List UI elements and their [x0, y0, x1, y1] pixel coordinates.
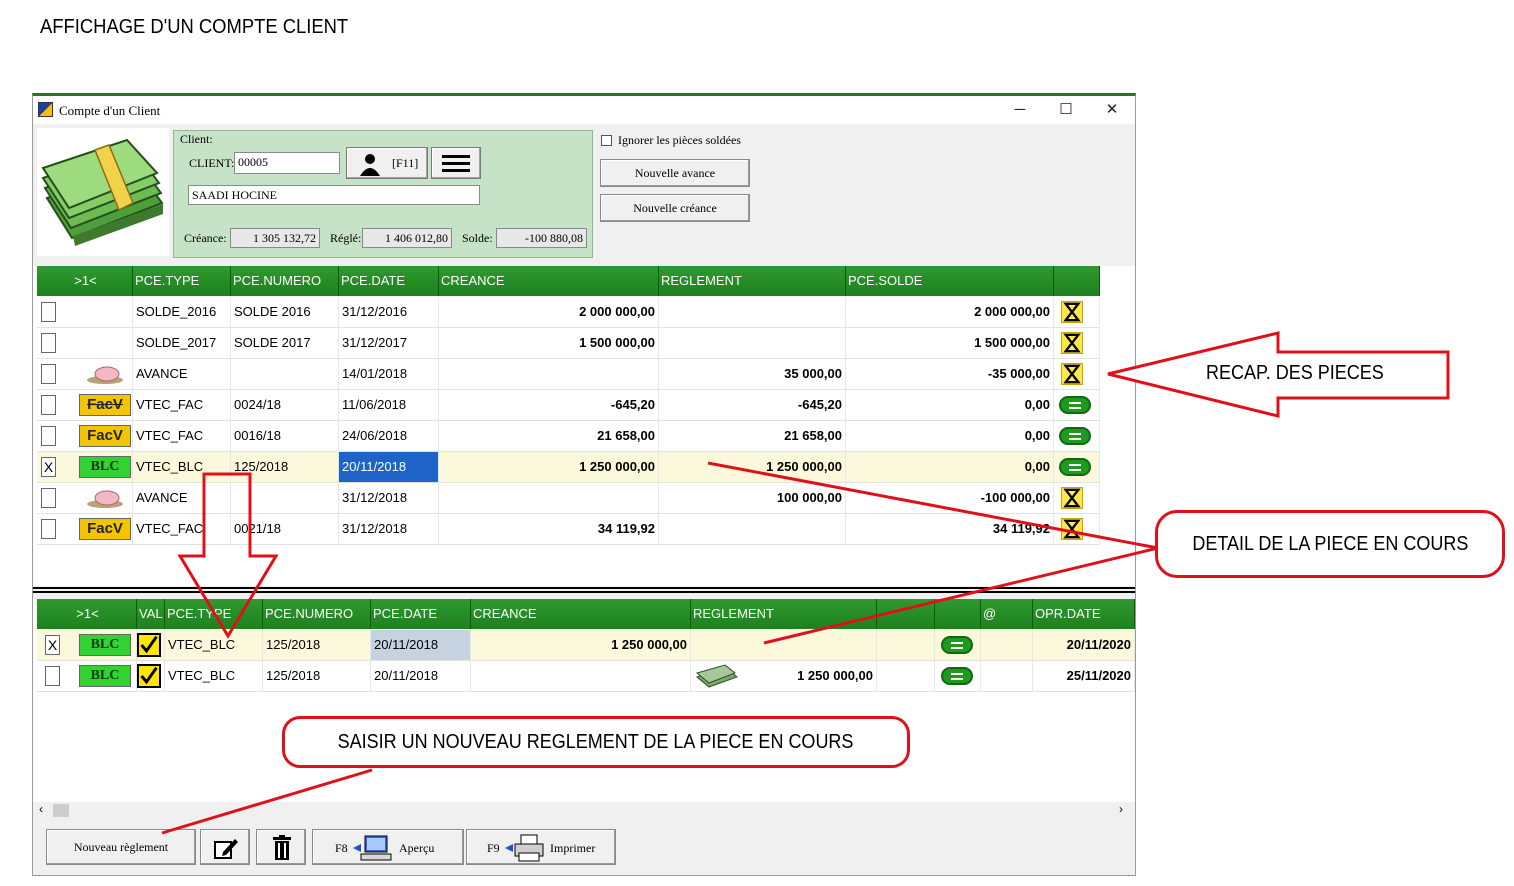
- callout-new-payment-text: SAISIR UN NOUVEAU REGLEMENT DE LA PIECE …: [338, 731, 854, 753]
- callout-detail: DETAIL DE LA PIECE EN COURS: [1155, 510, 1505, 578]
- callout-recap-text: RECAP. DES PIECES: [1206, 362, 1384, 384]
- callout-detail-text: DETAIL DE LA PIECE EN COURS: [1191, 533, 1469, 555]
- callout-new-payment: SAISIR UN NOUVEAU REGLEMENT DE LA PIECE …: [282, 716, 910, 768]
